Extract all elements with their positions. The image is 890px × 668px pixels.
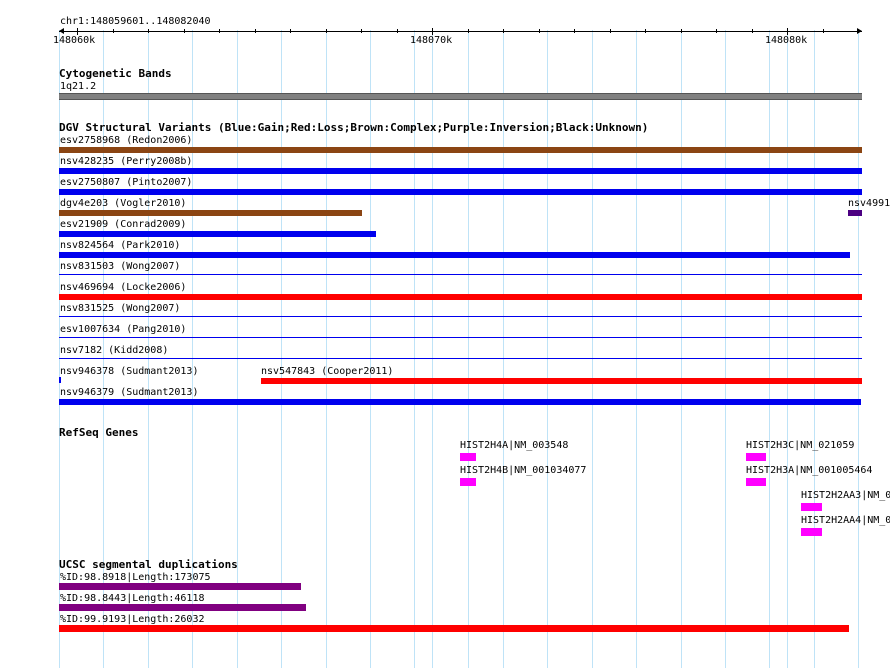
dgv-feature-bar[interactable]: [59, 337, 862, 338]
cytoband-track-title: Cytogenetic Bands: [59, 67, 172, 80]
ruler-axis: [59, 31, 862, 32]
gene-feature[interactable]: [460, 478, 476, 486]
gene-label: HIST2H3C|NM_021059: [746, 440, 855, 451]
ruler-minor-tick: [716, 29, 717, 33]
dgv-feature-label: nsv824564 (Park2010): [60, 240, 181, 251]
ruler-minor-tick: [468, 29, 469, 33]
ruler-minor-tick: [361, 29, 362, 33]
grid-line: [725, 30, 726, 668]
dgv-feature-bar[interactable]: [59, 316, 862, 317]
grid-line: [814, 30, 815, 668]
segdup-track-title: UCSC segmental duplications: [59, 558, 238, 571]
dgv-feature-bar[interactable]: [59, 358, 862, 359]
ruler-minor-tick: [858, 29, 859, 33]
gene-feature[interactable]: [746, 453, 766, 461]
ruler-major-tick: [77, 28, 78, 35]
ruler-minor-tick: [681, 29, 682, 33]
ruler-tick-label: 148070k: [410, 35, 453, 46]
segdup-bar[interactable]: [59, 583, 301, 590]
dgv-feature-label: dgv4e203 (Vogler2010): [60, 198, 187, 209]
dgv-feature-bar[interactable]: [59, 252, 850, 258]
gene-feature[interactable]: [801, 503, 822, 511]
ruler-minor-tick: [113, 29, 114, 33]
ruler-minor-tick: [539, 29, 540, 33]
grid-line: [858, 30, 859, 668]
dgv-feature-label: nsv946379 (Sudmant2013): [60, 387, 199, 398]
dgv-feature-bar[interactable]: [261, 378, 862, 384]
gene-feature[interactable]: [460, 453, 476, 461]
ruler-minor-tick: [574, 29, 575, 33]
ruler-minor-tick: [326, 29, 327, 33]
ruler-left-arrow: [59, 28, 64, 34]
segdup-bar[interactable]: [59, 604, 306, 611]
dgv-feature-bar[interactable]: [848, 210, 862, 216]
dgv-feature-label: esv21909 (Conrad2009): [60, 219, 187, 230]
dgv-feature-bar[interactable]: [59, 210, 362, 216]
dgv-feature-bar[interactable]: [59, 294, 862, 300]
ruler-minor-tick: [645, 29, 646, 33]
dgv-feature-bar[interactable]: [59, 274, 862, 275]
dgv-track-title: DGV Structural Variants (Blue:Gain;Red:L…: [59, 121, 649, 134]
dgv-feature-bar[interactable]: [59, 168, 862, 174]
ruler-minor-tick: [148, 29, 149, 33]
gene-label: HIST2H4B|NM_001034077: [460, 465, 587, 476]
segdup-label: %ID:99.9193|Length:26032: [60, 614, 205, 625]
ruler-minor-tick: [397, 29, 398, 33]
dgv-feature-bar[interactable]: [59, 189, 862, 195]
dgv-feature-label: nsv831503 (Wong2007): [60, 261, 181, 272]
refseq-track-title: RefSeq Genes: [59, 426, 139, 439]
cytoband-bar[interactable]: [59, 93, 862, 100]
segdup-bar[interactable]: [59, 625, 849, 632]
dgv-feature-label: esv2758968 (Redon2006): [60, 135, 193, 146]
dgv-feature-label: nsv4991: [848, 198, 890, 209]
ruler-minor-tick: [752, 29, 753, 33]
dgv-feature-bar[interactable]: [59, 231, 376, 237]
grid-line: [787, 30, 788, 668]
segdup-label: %ID:98.8918|Length:173075: [60, 572, 211, 583]
gene-feature[interactable]: [801, 528, 822, 536]
gene-label: HIST2H2AA4|NM_0: [801, 515, 890, 526]
dgv-feature-label: nsv946378 (Sudmant2013): [60, 366, 199, 377]
ruler-tick-label: 148080k: [765, 35, 808, 46]
ruler-minor-tick: [219, 29, 220, 33]
dgv-feature-label: nsv7182 (Kidd2008): [60, 345, 169, 356]
grid-line: [681, 30, 682, 668]
segdup-label: %ID:98.8443|Length:46118: [60, 593, 205, 604]
dgv-feature-label: esv1007634 (Pang2010): [60, 324, 187, 335]
ruler-minor-tick: [184, 29, 185, 33]
cytoband-label: 1q21.2: [60, 81, 97, 92]
dgv-feature-label: nsv428235 (Perry2008b): [60, 156, 193, 167]
ruler-minor-tick: [610, 29, 611, 33]
gene-label: HIST2H2AA3|NM_0: [801, 490, 890, 501]
ruler-minor-tick: [290, 29, 291, 33]
ruler-major-tick: [432, 28, 433, 35]
grid-line: [769, 30, 770, 668]
dgv-feature-label: nsv469694 (Locke2006): [60, 282, 187, 293]
ruler-major-tick: [787, 28, 788, 35]
ruler-minor-tick: [255, 29, 256, 33]
dgv-feature-bar[interactable]: [59, 147, 862, 153]
dgv-feature-bar[interactable]: [59, 377, 61, 383]
ruler-minor-tick: [503, 29, 504, 33]
dgv-feature-label: esv2750807 (Pinto2007): [60, 177, 193, 188]
ruler-minor-tick: [823, 29, 824, 33]
gene-feature[interactable]: [746, 478, 766, 486]
dgv-feature-bar[interactable]: [59, 399, 861, 405]
dgv-feature-label: nsv831525 (Wong2007): [60, 303, 181, 314]
region-label: chr1:148059601..148082040: [60, 16, 211, 27]
dgv-feature-label: nsv547843 (Cooper2011): [261, 366, 394, 377]
ruler-tick-label: 148060k: [53, 35, 96, 46]
gene-label: HIST2H3A|NM_001005464: [746, 465, 873, 476]
gene-label: HIST2H4A|NM_003548: [460, 440, 569, 451]
